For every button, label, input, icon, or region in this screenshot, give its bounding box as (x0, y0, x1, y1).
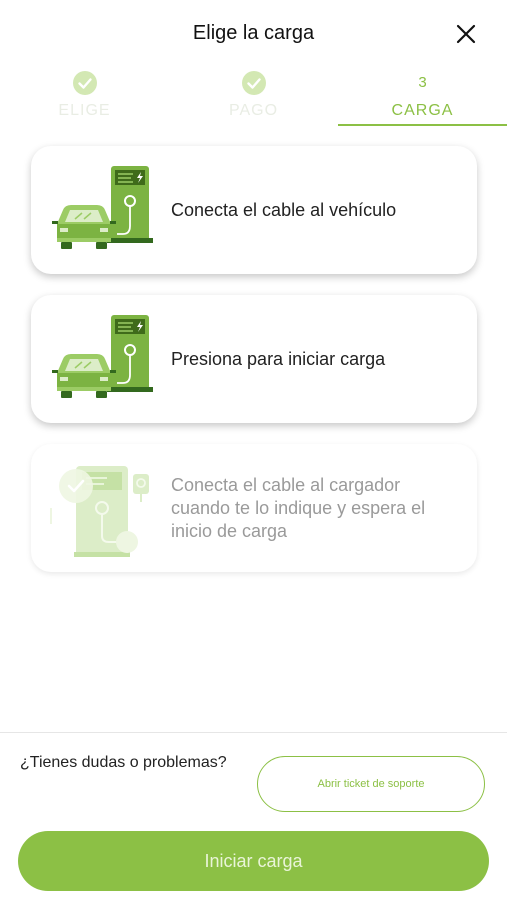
check-icon (241, 71, 266, 95)
check-icon (72, 71, 97, 95)
step-pago: PAGO (169, 68, 338, 126)
page-title: Elige la carga (192, 22, 315, 44)
instruction-card-start-charge[interactable]: Presiona para iniciar carga (31, 295, 477, 423)
step-label: PAGO (228, 102, 279, 119)
header: Elige la carga (0, 0, 507, 70)
car-charging-icon (52, 315, 153, 398)
car-charging-icon (52, 166, 153, 249)
support-question: ¿Tienes dudas o problemas? (20, 754, 227, 771)
close-icon[interactable] (452, 20, 480, 48)
charger-plug-icon (50, 466, 149, 557)
start-charge-button[interactable]: Iniciar carga (18, 831, 489, 891)
active-step-indicator (338, 124, 507, 126)
instruction-card-connect-vehicle[interactable]: Conecta el cable al vehículo (31, 146, 477, 274)
step-elige: ELIGE (0, 68, 169, 126)
instruction-card-connect-charger: Conecta el cable al cargador cuando te l… (31, 444, 477, 572)
open-support-ticket-button[interactable]: Abrir ticket de soporte (257, 756, 485, 812)
divider (0, 732, 507, 733)
instruction-text: Conecta el cable al cargador cuando te l… (171, 475, 426, 541)
progress-stepper: ELIGE PAGO 3 CARGA (0, 68, 507, 126)
instruction-text: Conecta el cable al vehículo (171, 200, 397, 220)
step-label: CARGA (391, 102, 454, 119)
step-number: 3 (418, 74, 427, 91)
step-label: ELIGE (58, 102, 111, 119)
instruction-text: Presiona para iniciar carga (171, 349, 386, 369)
step-carga: 3 CARGA (338, 68, 507, 126)
